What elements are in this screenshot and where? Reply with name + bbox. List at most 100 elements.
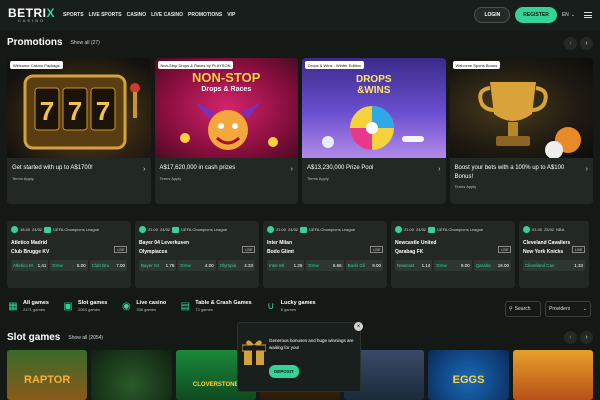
category-all-games[interactable]: ▦ All games 2471 games	[7, 300, 49, 312]
promo-title: Boost your bets with a 100% up to A$100 …	[454, 165, 565, 180]
team-home: Newcastle United	[395, 240, 437, 246]
slots-show-all-link[interactable]: Show all (2054)	[68, 335, 103, 341]
chevron-right-icon: ›	[438, 166, 441, 173]
odds-value: 16.00	[497, 263, 509, 268]
menu-icon[interactable]	[584, 12, 592, 18]
register-button[interactable]: REGISTER	[515, 7, 557, 23]
horseshoe-icon: ∪	[267, 300, 275, 312]
odds-button[interactable]: Bayer 04 1.76	[139, 260, 177, 271]
promo-card[interactable]: Welcome Casino Package 7 7 7 Get started…	[7, 58, 151, 204]
promo-card[interactable]: Non-Stop Drops & Races by PLAYSON NON-ST…	[154, 58, 298, 204]
category-table-crash[interactable]: ▤ Table & Crash Games 73 games	[179, 300, 252, 312]
chevron-down-icon: ⌄	[570, 12, 575, 18]
odds-value: 1.14	[421, 263, 431, 268]
login-button[interactable]: LOGIN	[474, 7, 511, 23]
live-badge: LIVE	[498, 246, 511, 253]
slot-tile[interactable]: RAPTOR	[7, 350, 88, 400]
nav-casino[interactable]: CASINO	[127, 12, 146, 18]
category-live-casino[interactable]: ◉ Live casino 338 games	[120, 300, 166, 312]
league-flag-icon	[172, 226, 180, 233]
brand-logo[interactable]: BETRIX CASINO	[8, 7, 55, 23]
slots-arrows: ‹ ›	[564, 331, 593, 344]
odds-label: Olympia	[219, 263, 237, 268]
league-flag-icon	[44, 226, 52, 233]
match-time: 18:45	[20, 227, 31, 232]
category-slot-games[interactable]: ▣ Slot games 2054 games	[62, 300, 107, 312]
odds-button[interactable]: Drew 6.66	[306, 260, 344, 271]
odds-label: Bodo Gli	[347, 263, 365, 268]
match-card[interactable]: 18:45 24/02 UEFA Champions League Atletico…	[7, 221, 131, 288]
slot-tile[interactable]	[512, 350, 593, 400]
search-input[interactable]: ⚲ Search	[505, 301, 541, 317]
team-away: Qarabag FK	[395, 248, 424, 255]
football-icon	[267, 226, 274, 233]
live-icon: ◉	[121, 300, 131, 312]
odds-button[interactable]: Bodo Gli 9.00	[345, 260, 383, 271]
promo-terms[interactable]: Terms Apply	[455, 184, 589, 189]
next-arrow-icon[interactable]: ›	[580, 37, 593, 50]
match-card[interactable]: 21:00 24/02 UEFA Champions League Inter Mi…	[263, 221, 387, 288]
promotions-title: Promotions	[7, 37, 63, 48]
odds-button[interactable]: Olympia 4.33	[217, 260, 255, 271]
odds-button[interactable]: Drew 9.00	[434, 260, 472, 271]
odds-value: 9.00	[460, 263, 470, 268]
odds-button[interactable]: Club Bru 7.00	[89, 260, 127, 271]
team-home: Inter Milan	[267, 240, 293, 246]
prev-arrow-icon[interactable]: ‹	[564, 37, 577, 50]
odds-label: Club Bru	[91, 263, 110, 268]
match-date: 24/02	[32, 227, 43, 232]
basketball-icon	[523, 226, 530, 233]
providers-select[interactable]: Providers ⌄	[545, 301, 591, 317]
slot-tile-title: RAPTOR	[24, 374, 71, 386]
promo-card[interactable]: Welcome Sports Bonus Boost your bets wit…	[449, 58, 593, 204]
promotions-header: Promotions Show all (27)	[7, 37, 100, 48]
odds-button[interactable]: Drew 4.00	[178, 260, 216, 271]
odds-button[interactable]: Cleveland Cav 1.33	[523, 260, 585, 271]
deposit-button[interactable]: DEPOSIT	[269, 365, 299, 378]
nav-vip[interactable]: VIP	[227, 12, 235, 18]
nav-promotions[interactable]: PROMOTIONS	[188, 12, 222, 18]
match-card[interactable]: 21:00 24/02 UEFA Champions League Bayer 04…	[135, 221, 259, 288]
football-icon	[139, 226, 146, 233]
category-name: Slot games	[77, 300, 108, 306]
promotions-show-all-link[interactable]: Show all (27)	[71, 40, 100, 46]
match-card[interactable]: 01:30 25/02 NBA Cleveland Cavaliers New Yor…	[519, 221, 589, 288]
promo-terms[interactable]: Terms Apply	[307, 176, 441, 181]
promo-terms[interactable]: Terms Apply	[160, 176, 294, 181]
nav-live-sports[interactable]: LIVE SPORTS	[89, 12, 122, 18]
promo-title: Get started with up to A$1700!	[12, 165, 93, 171]
search-icon: ⚲	[509, 306, 513, 312]
next-arrow-icon[interactable]: ›	[580, 331, 593, 344]
language-selector[interactable]: EN ⌄	[562, 12, 575, 18]
svg-text:7: 7	[68, 96, 82, 126]
match-time: 21:00	[404, 227, 415, 232]
match-date: 24/02	[160, 227, 171, 232]
cards-icon: ▤	[180, 300, 191, 312]
close-icon[interactable]: ×	[354, 322, 363, 331]
odds-button[interactable]: Atletico M 1.41	[11, 260, 49, 271]
odds-button[interactable]: Inter Mi 1.26	[267, 260, 305, 271]
match-date: 25/02	[544, 227, 555, 232]
category-count: 2471 games	[23, 307, 46, 312]
match-card[interactable]: 21:00 24/02 UEFA Champions League Newcastl…	[391, 221, 515, 288]
slot-tile[interactable]: EGGS	[428, 350, 509, 400]
promo-tag: Drops & Wins - Winter Edition	[305, 61, 364, 69]
slot-tile[interactable]	[91, 350, 172, 400]
promo-image-wheel: Drops & Wins - Winter Edition DROPS &WIN…	[302, 58, 446, 158]
nav-live-casino[interactable]: LIVE CASINO	[151, 12, 183, 18]
promotions-carousel: Welcome Casino Package 7 7 7 Get started…	[7, 58, 593, 204]
prev-arrow-icon[interactable]: ‹	[564, 331, 577, 344]
football-icon	[395, 226, 402, 233]
category-lucky-games[interactable]: ∪ Lucky games 6 games	[265, 300, 316, 312]
nav-sports[interactable]: SPORTS	[63, 12, 84, 18]
promo-terms[interactable]: Terms Apply	[12, 176, 146, 181]
odds-button[interactable]: Newcast 1.14	[395, 260, 433, 271]
promo-card[interactable]: Drops & Wins - Winter Edition DROPS &WIN…	[302, 58, 446, 204]
odds-button[interactable]: Qarabа 16.00	[473, 260, 511, 271]
category-count: 73 games	[195, 307, 213, 312]
gift-icon	[242, 340, 266, 365]
odds-button[interactable]: Drew 5.00	[50, 260, 88, 271]
promo-image-joker: Non-Stop Drops & Races by PLAYSON NON-ST…	[154, 58, 298, 158]
live-badge: LIVE	[370, 246, 383, 253]
top-bar: BETRIX CASINO SPORTS LIVE SPORTS CASINO …	[0, 0, 600, 30]
